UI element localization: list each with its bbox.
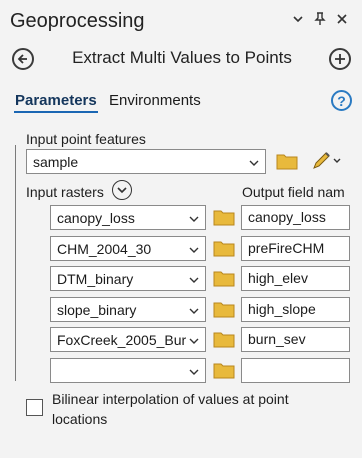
folder-icon <box>213 210 235 226</box>
raster-value: DTM_binary <box>57 271 134 287</box>
folder-browse-button[interactable] <box>213 269 235 292</box>
chevron-down-icon <box>189 272 199 288</box>
back-button[interactable] <box>12 48 34 70</box>
chevron-down-icon <box>249 155 259 171</box>
raster-value: FoxCreek_2005_Bur <box>57 332 187 348</box>
output-field-input[interactable]: canopy_loss <box>241 205 350 230</box>
output-field-value: canopy_loss <box>248 209 326 225</box>
add-button[interactable] <box>329 48 351 70</box>
input-point-features-value: sample <box>33 154 79 170</box>
raster-dropdown[interactable] <box>50 358 206 383</box>
chevron-down-icon <box>189 242 199 258</box>
folder-icon <box>213 363 235 379</box>
chevron-down-icon <box>189 303 199 319</box>
bilinear-label-line2: locations <box>52 411 108 427</box>
pencil-icon <box>313 152 341 169</box>
raster-dropdown[interactable]: slope_binary <box>50 297 206 322</box>
help-icon: ? <box>337 92 346 109</box>
raster-dropdown[interactable]: DTM_binary <box>50 266 206 291</box>
tab-environments[interactable]: Environments <box>109 92 201 109</box>
input-point-features-label: Input point features <box>26 131 146 147</box>
folder-icon <box>213 271 235 287</box>
folder-icon <box>213 302 235 318</box>
help-button[interactable]: ? <box>331 90 352 111</box>
collapse-rasters-button[interactable] <box>112 180 132 200</box>
folder-icon <box>213 332 235 348</box>
chevron-down-icon <box>189 333 199 349</box>
pencil-edit-button[interactable] <box>311 151 343 176</box>
folder-browse-button[interactable] <box>213 361 235 384</box>
close-icon[interactable] <box>336 12 348 28</box>
parameter-group-line <box>15 145 16 381</box>
output-field-input[interactable]: burn_sev <box>241 327 350 352</box>
raster-value: CHM_2004_30 <box>57 241 152 257</box>
raster-dropdown[interactable]: canopy_loss <box>50 205 206 230</box>
pane-title: Geoprocessing <box>10 10 145 32</box>
input-rasters-label: Input rasters <box>26 184 104 200</box>
input-point-features-dropdown[interactable]: sample <box>26 149 266 174</box>
output-field-value: burn_sev <box>248 331 306 347</box>
folder-icon <box>276 154 298 170</box>
output-field-value: high_slope <box>248 301 316 317</box>
folder-icon <box>213 241 235 257</box>
tab-parameters[interactable]: Parameters <box>15 92 97 109</box>
chevron-down-icon[interactable] <box>292 12 304 28</box>
raster-dropdown[interactable]: CHM_2004_30 <box>50 236 206 261</box>
chevron-down-icon <box>189 211 199 227</box>
bilinear-label-line1: Bilinear interpolation of values at poin… <box>52 391 289 407</box>
folder-browse-button[interactable] <box>213 208 235 231</box>
raster-value: canopy_loss <box>57 210 135 226</box>
output-field-input[interactable] <box>241 358 350 383</box>
arrow-left-icon <box>17 54 27 64</box>
output-field-input[interactable]: preFireCHM <box>241 236 350 261</box>
output-field-input[interactable]: high_elev <box>241 266 350 291</box>
raster-dropdown[interactable]: FoxCreek_2005_Bur <box>50 327 206 352</box>
output-field-input[interactable]: high_slope <box>241 297 350 322</box>
tool-title: Extract Multi Values to Points <box>72 48 292 67</box>
active-tab-indicator <box>14 111 98 113</box>
output-field-value: high_elev <box>248 270 308 286</box>
bilinear-checkbox[interactable] <box>26 399 43 416</box>
plus-icon <box>335 54 345 64</box>
raster-value: slope_binary <box>57 302 137 318</box>
folder-browse-button[interactable] <box>213 300 235 323</box>
pin-icon[interactable] <box>314 12 326 29</box>
folder-browse-button[interactable] <box>276 152 298 175</box>
chevron-down-icon <box>117 187 127 194</box>
folder-browse-button[interactable] <box>213 330 235 353</box>
output-field-name-label: Output field nam <box>242 184 345 200</box>
chevron-down-icon <box>189 364 199 380</box>
output-field-value: preFireCHM <box>248 240 325 256</box>
folder-browse-button[interactable] <box>213 239 235 262</box>
